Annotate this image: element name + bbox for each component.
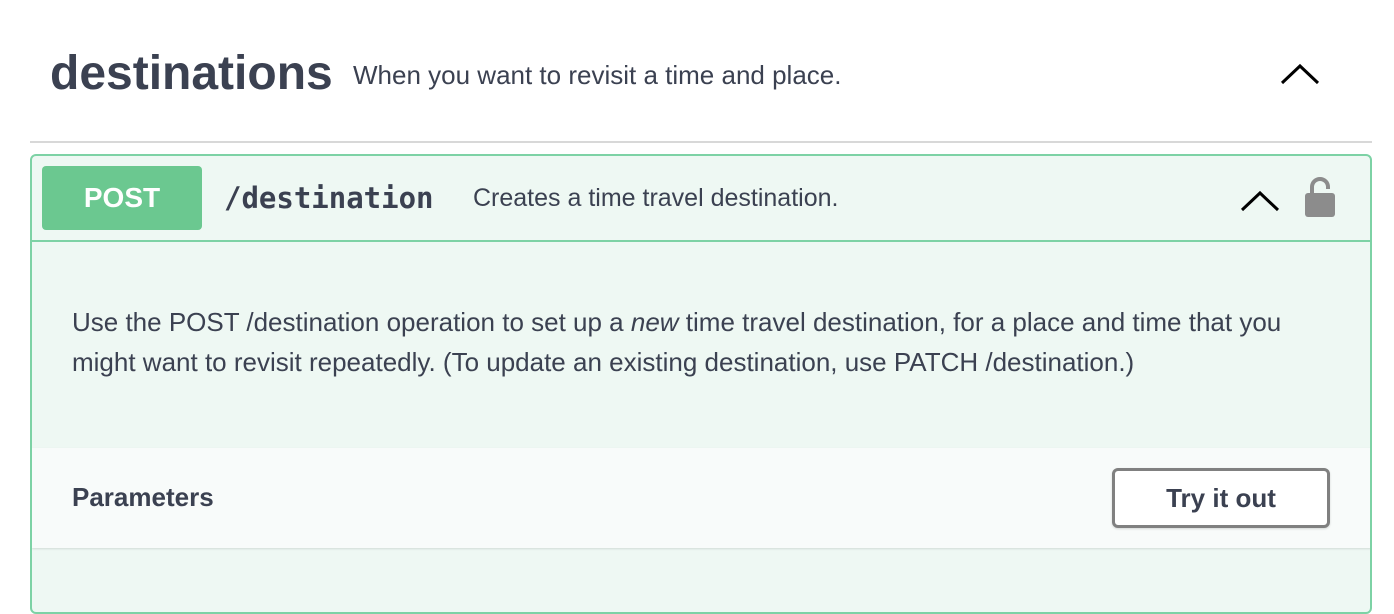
operation-summary-description: Creates a time travel destination. bbox=[473, 184, 839, 212]
chevron-up-icon[interactable] bbox=[1279, 58, 1321, 88]
parameters-title: Parameters bbox=[72, 482, 214, 512]
operation-path: /destination bbox=[224, 181, 434, 215]
operation-summary[interactable]: POST /destination Creates a time travel … bbox=[32, 156, 1370, 242]
chevron-up-icon[interactable] bbox=[1239, 186, 1281, 214]
tag-title[interactable]: destinations bbox=[50, 44, 333, 104]
tag-header[interactable]: destinations When you want to revisit a … bbox=[30, 0, 1372, 143]
operation-description: Use the POST /destination operation to s… bbox=[72, 302, 1342, 382]
description-emphasis: new bbox=[630, 307, 679, 337]
method-badge: POST bbox=[42, 166, 202, 230]
tag-section-destinations: destinations When you want to revisit a … bbox=[30, 0, 1372, 614]
tag-description: When you want to revisit a time and plac… bbox=[353, 60, 842, 90]
try-it-out-button[interactable]: Try it out bbox=[1112, 468, 1330, 528]
lock-icon[interactable] bbox=[1304, 176, 1336, 218]
description-text-start: Use the POST /destination operation to s… bbox=[72, 307, 631, 337]
operation-block-post-destination: POST /destination Creates a time travel … bbox=[30, 154, 1372, 614]
parameters-header: Parameters Try it out bbox=[32, 448, 1370, 548]
